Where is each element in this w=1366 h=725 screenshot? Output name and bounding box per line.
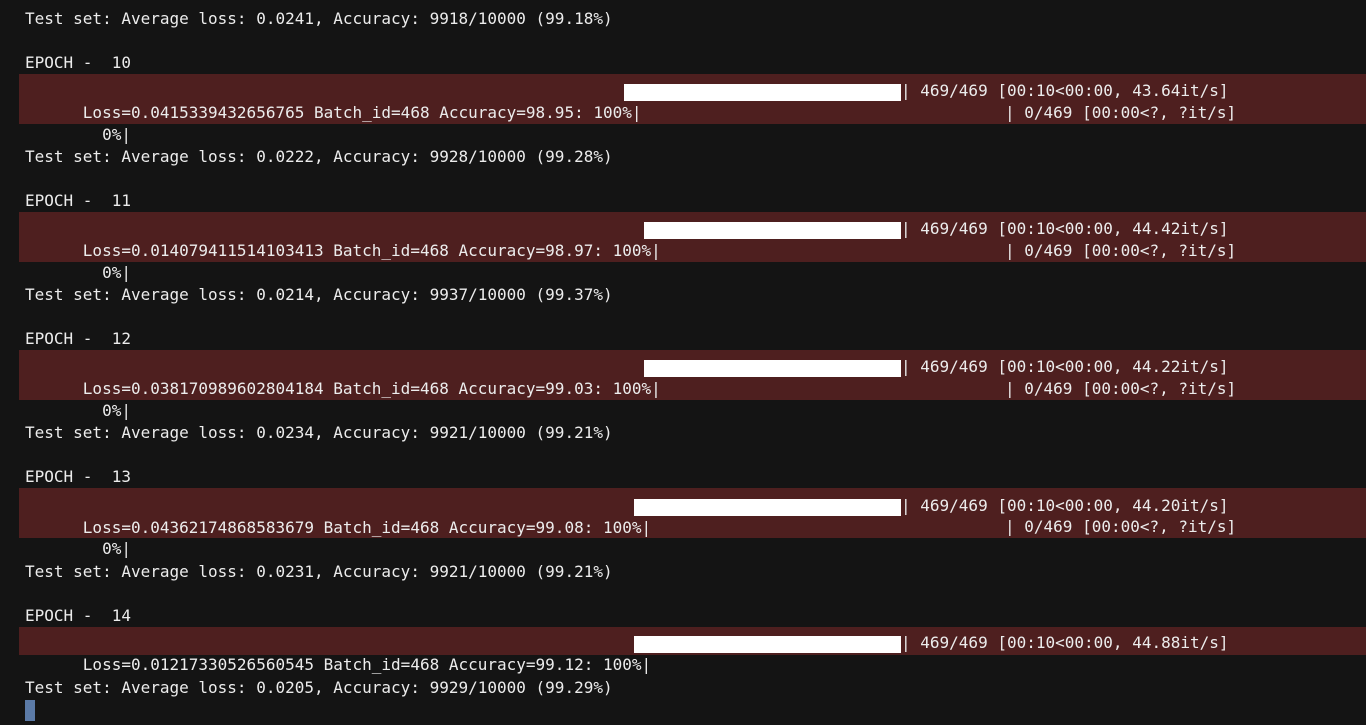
- progress-row-next: 0%| | 0/469 [00:00<?, ?it/s]: [25, 102, 1325, 144]
- progress-next-percent: 0%|: [82, 539, 131, 558]
- epoch-label: EPOCH - 10: [25, 53, 131, 72]
- progress-row: Loss=0.04362174868583679 Batch_id=468 Ac…: [25, 495, 1325, 537]
- progress-row: Loss=0.038170989602804184 Batch_id=468 A…: [25, 356, 1325, 398]
- progress-block: Loss=0.01217330526560545 Batch_id=468 Ac…: [19, 627, 1366, 674]
- progress-bar-fill: [644, 360, 901, 377]
- progress-stats: | 469/469 [00:10<00:00, 44.88it/s]: [901, 633, 1229, 652]
- progress-row-next: 0%| | 0/469 [00:00<?, ?it/s]: [25, 240, 1325, 282]
- progress-bar-fill: [634, 636, 901, 653]
- progress-next-percent: 0%|: [82, 263, 131, 282]
- test-result-line: Test set: Average loss: 0.0241, Accuracy…: [25, 9, 613, 28]
- progress-stats: | 469/469 [00:10<00:00, 44.22it/s]: [901, 357, 1229, 376]
- progress-block: Loss=0.014079411514103413 Batch_id=468 A…: [19, 212, 1366, 282]
- progress-stats: | 469/469 [00:10<00:00, 43.64it/s]: [901, 81, 1229, 100]
- progress-description: Loss=0.01217330526560545 Batch_id=468 Ac…: [82, 655, 652, 674]
- progress-block: Loss=0.04362174868583679 Batch_id=468 Ac…: [19, 488, 1366, 558]
- progress-next-stats: | 0/469 [00:00<?, ?it/s]: [1005, 379, 1237, 398]
- progress-stats: | 469/469 [00:10<00:00, 44.20it/s]: [901, 496, 1229, 515]
- progress-next-percent: 0%|: [82, 125, 131, 144]
- epoch-label: EPOCH - 14: [25, 606, 131, 625]
- test-result-line: Test set: Average loss: 0.0234, Accuracy…: [25, 423, 613, 442]
- progress-next-stats: | 0/469 [00:00<?, ?it/s]: [1005, 241, 1237, 260]
- progress-bar-fill: [624, 84, 901, 101]
- progress-row-next: 0%| | 0/469 [00:00<?, ?it/s]: [25, 516, 1325, 558]
- progress-bar-fill: [644, 222, 901, 239]
- terminal-output[interactable]: Test set: Average loss: 0.0241, Accuracy…: [0, 0, 1366, 725]
- progress-row-next: 0%| | 0/469 [00:00<?, ?it/s]: [25, 378, 1325, 420]
- progress-row: Loss=0.014079411514103413 Batch_id=468 A…: [25, 218, 1325, 260]
- test-result-line: Test set: Average loss: 0.0222, Accuracy…: [25, 147, 613, 166]
- test-result-line: Test set: Average loss: 0.0205, Accuracy…: [25, 678, 613, 697]
- progress-stats: | 469/469 [00:10<00:00, 44.42it/s]: [901, 219, 1229, 238]
- progress-next-stats: | 0/469 [00:00<?, ?it/s]: [1005, 517, 1237, 536]
- progress-bar-fill: [634, 499, 901, 516]
- progress-block: Loss=0.0415339432656765 Batch_id=468 Acc…: [19, 74, 1366, 144]
- epoch-label: EPOCH - 13: [25, 467, 131, 486]
- progress-next-stats: | 0/469 [00:00<?, ?it/s]: [1005, 103, 1237, 122]
- progress-block: Loss=0.038170989602804184 Batch_id=468 A…: [19, 350, 1366, 420]
- text-cursor: [25, 700, 35, 721]
- test-result-line: Test set: Average loss: 0.0214, Accuracy…: [25, 285, 613, 304]
- epoch-label: EPOCH - 12: [25, 329, 131, 348]
- progress-next-percent: 0%|: [82, 401, 131, 420]
- progress-row: Loss=0.01217330526560545 Batch_id=468 Ac…: [25, 632, 1325, 674]
- test-result-line: Test set: Average loss: 0.0231, Accuracy…: [25, 562, 613, 581]
- progress-row: Loss=0.0415339432656765 Batch_id=468 Acc…: [25, 80, 1325, 122]
- epoch-label: EPOCH - 11: [25, 191, 131, 210]
